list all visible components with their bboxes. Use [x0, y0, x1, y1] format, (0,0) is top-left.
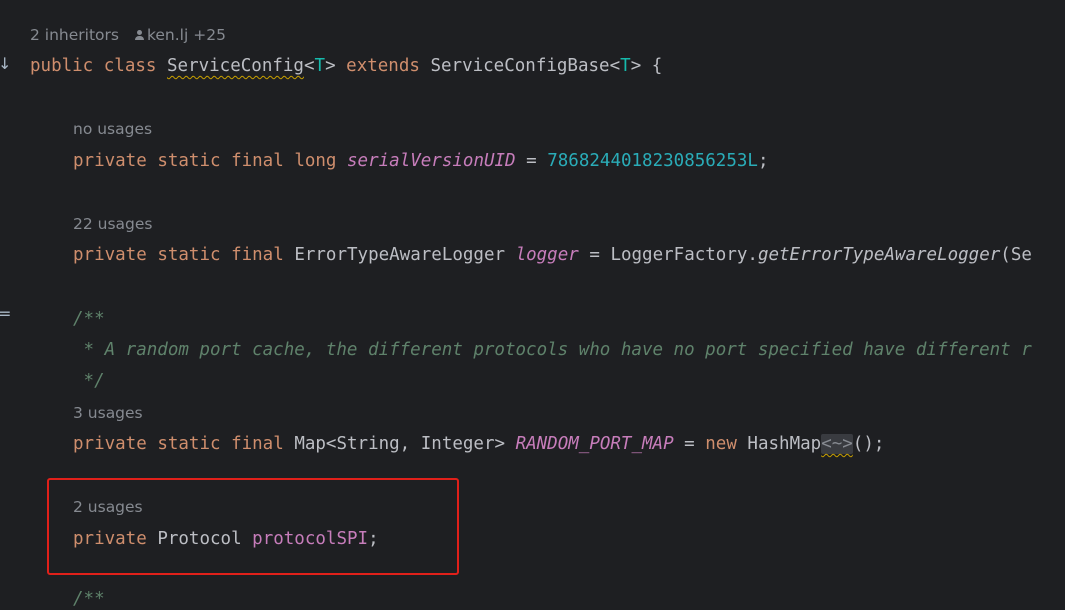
usages-text[interactable]: 22 usages	[73, 215, 153, 233]
serial-field-line[interactable]: private static final long serialVersionU…	[73, 150, 769, 172]
method-getErrorTypeAwareLogger[interactable]: getErrorTypeAwareLogger	[758, 245, 1000, 265]
keyword-private: private	[73, 245, 147, 265]
assign-op: =	[589, 245, 600, 265]
type-ErrorTypeAwareLogger[interactable]: ErrorTypeAwareLogger	[294, 245, 505, 265]
javadoc-body: * A random port cache, the different pro…	[73, 340, 1032, 360]
highlight-box	[47, 478, 459, 575]
keyword-final: final	[231, 245, 284, 265]
usages-text[interactable]: 3 usages	[73, 404, 143, 422]
assign-op: =	[684, 434, 695, 454]
base-class-name[interactable]: ServiceConfigBase	[430, 56, 609, 76]
semicolon: ;	[757, 151, 769, 171]
class-HashMap[interactable]: HashMap	[747, 434, 821, 454]
assign-op: =	[526, 151, 537, 171]
keyword-private: private	[73, 151, 147, 171]
overridden-marker-icon[interactable]: =	[0, 306, 11, 322]
keyword-static: static	[157, 434, 221, 454]
next-javadoc-open: /**	[73, 589, 105, 609]
usages-text[interactable]: no usages	[73, 120, 152, 138]
field-serialVersionUID[interactable]: serialVersionUID	[347, 151, 516, 171]
usages-hint-map[interactable]: 3 usages	[73, 403, 143, 423]
base-type-parameter: T	[620, 56, 631, 76]
diamond-operator[interactable]: <~>	[821, 434, 853, 454]
type-Map[interactable]: Map<String, Integer>	[294, 434, 505, 454]
serial-value: 7868244018230856253L	[547, 151, 758, 171]
javadoc-open: /**	[73, 309, 105, 329]
keyword-final: final	[231, 151, 284, 171]
usages-hint-serial[interactable]: no usages	[73, 119, 152, 139]
keyword-public: public	[30, 56, 94, 76]
keyword-class: class	[103, 56, 157, 76]
constructor-call: ();	[852, 434, 885, 454]
usages-hint-logger[interactable]: 22 usages	[73, 214, 153, 234]
base-generic-close: >	[630, 56, 642, 76]
keyword-private: private	[73, 434, 147, 454]
keyword-new: new	[705, 434, 737, 454]
class-LoggerFactory[interactable]: LoggerFactory	[610, 245, 747, 265]
generic-close: >	[325, 56, 336, 76]
type-parameter: T	[314, 56, 326, 76]
author-icon	[134, 29, 144, 40]
keyword-extends: extends	[346, 56, 420, 76]
inheritors-count[interactable]: 2 inheritors	[30, 26, 119, 44]
keyword-static: static	[157, 151, 221, 171]
call-args: (Se	[1000, 245, 1032, 265]
generic-open: <	[303, 56, 315, 76]
map-field-line[interactable]: private static final Map<String, Integer…	[73, 433, 884, 455]
open-brace: {	[651, 56, 663, 76]
dot-op: .	[747, 245, 758, 265]
editor-gutter: ↓ =	[0, 0, 23, 599]
class-declaration-line[interactable]: public class ServiceConfig<T> extends Se…	[30, 55, 662, 77]
base-generic-open: <	[609, 56, 621, 76]
keyword-final: final	[231, 434, 284, 454]
logger-field-line[interactable]: private static final ErrorTypeAwareLogge…	[73, 244, 1032, 266]
keyword-static: static	[157, 245, 221, 265]
field-logger[interactable]: logger	[516, 245, 579, 265]
author-hint[interactable]: ken.lj +25	[147, 26, 226, 44]
implemented-arrow-icon[interactable]: ↓	[0, 56, 11, 72]
class-name[interactable]: ServiceConfig	[167, 56, 304, 76]
javadoc-close: */	[73, 371, 105, 391]
field-RANDOM_PORT_MAP[interactable]: RANDOM_PORT_MAP	[516, 434, 674, 454]
type-long: long	[294, 151, 337, 171]
inheritors-hint[interactable]: 2 inheritors ken.lj +25	[30, 25, 226, 45]
